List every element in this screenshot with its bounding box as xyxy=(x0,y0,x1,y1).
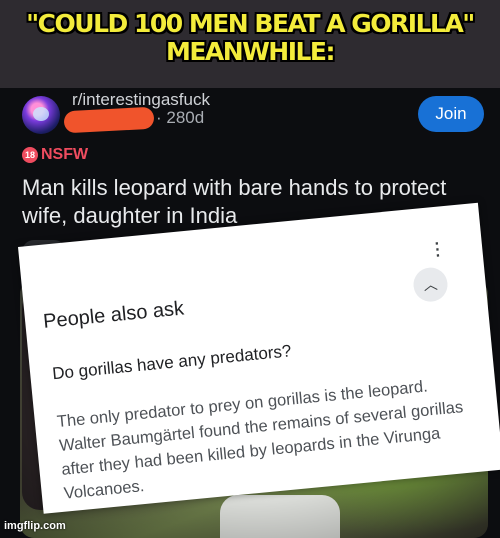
nsfw-label: NSFW xyxy=(41,146,89,163)
meme-caption-line-2: MEANWHILE: xyxy=(165,37,336,66)
redaction-scribble xyxy=(63,106,155,134)
nsfw-badge: 18 NSFW xyxy=(22,146,88,164)
avatar-eye-icon xyxy=(33,107,49,121)
people-also-ask-card: · · · People also ask ︿ Do gorillas have a… xyxy=(18,202,500,514)
people-also-ask-heading: People also ask xyxy=(42,297,185,333)
nsfw-18-icon: 18 xyxy=(22,147,38,163)
post-age: · 280d xyxy=(156,108,205,127)
join-button[interactable]: Join xyxy=(418,96,484,132)
paa-question[interactable]: Do gorillas have any predators? xyxy=(51,341,292,384)
imgflip-watermark: imgflip.com xyxy=(4,520,66,532)
chevron-up-icon[interactable]: ︿ xyxy=(411,266,450,304)
more-options-icon[interactable]: · · · xyxy=(434,236,442,265)
subreddit-avatar[interactable] xyxy=(22,96,60,134)
meme-caption: "COULD 100 MEN BEAT A GORILLA" MEANWHILE… xyxy=(0,0,500,88)
meme-caption-line-1: "COULD 100 MEN BEAT A GORILLA" xyxy=(26,9,475,38)
